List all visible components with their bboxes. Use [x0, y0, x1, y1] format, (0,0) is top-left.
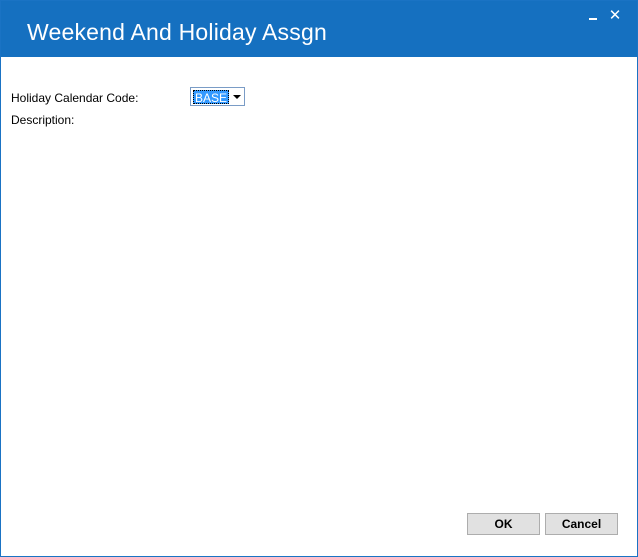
chevron-down-icon[interactable]	[233, 95, 241, 99]
holiday-calendar-code-dropdown[interactable]: BASE	[190, 87, 245, 106]
cancel-button[interactable]: Cancel	[545, 513, 618, 535]
title-bar: Weekend And Holiday Assgn ✕	[1, 1, 637, 57]
holiday-calendar-code-label: Holiday Calendar Code:	[11, 91, 139, 105]
minimize-icon	[589, 18, 597, 20]
dialog-window: Weekend And Holiday Assgn ✕ Holiday Cale…	[0, 0, 638, 557]
holiday-calendar-code-value[interactable]: BASE	[193, 90, 230, 105]
window-title: Weekend And Holiday Assgn	[27, 19, 327, 45]
description-label: Description:	[11, 113, 75, 127]
close-icon: ✕	[608, 7, 622, 24]
close-button[interactable]: ✕	[605, 7, 625, 25]
minimize-button[interactable]	[583, 7, 603, 25]
ok-button[interactable]: OK	[467, 513, 540, 535]
